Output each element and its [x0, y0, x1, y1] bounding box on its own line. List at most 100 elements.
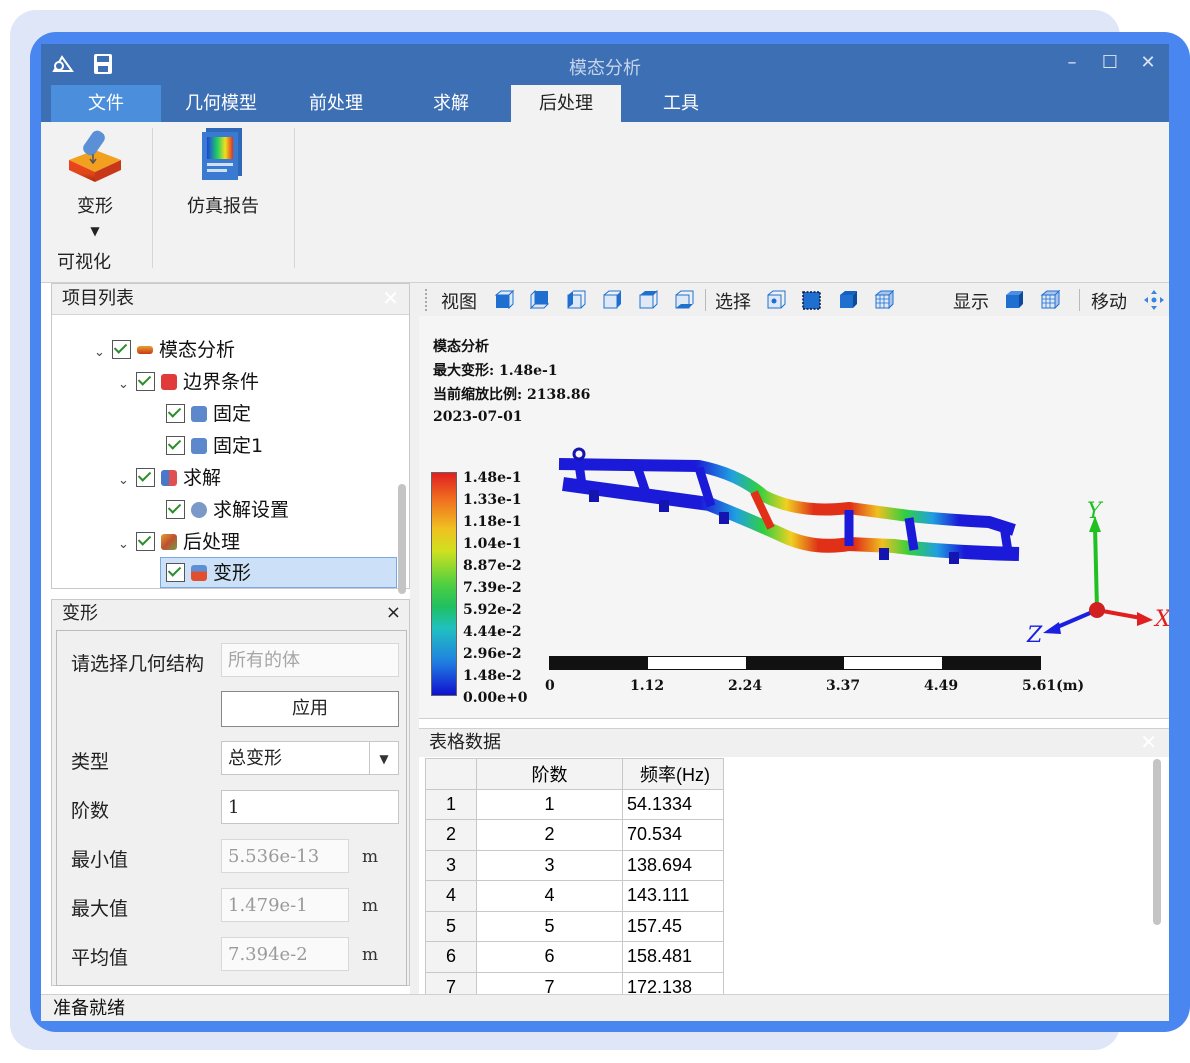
- checkbox[interactable]: [166, 404, 185, 423]
- tree-item-solve[interactable]: ⌄ 求解: [118, 464, 221, 492]
- geometry-field[interactable]: 所有的体: [221, 643, 399, 677]
- view-left-icon[interactable]: [565, 289, 587, 311]
- panel-splitter[interactable]: [410, 283, 419, 994]
- color-legend-bar: [431, 472, 457, 696]
- 3d-viewport[interactable]: 模态分析 最大变形: 1.48e-1 当前缩放比例: 2138.86 2023-…: [419, 316, 1169, 719]
- table-header-cell[interactable]: 阶数: [476, 758, 623, 790]
- tree-label: 求解设置: [213, 499, 290, 521]
- select-edge-icon[interactable]: [801, 289, 823, 311]
- chevron-down-icon[interactable]: ▼: [369, 742, 398, 774]
- tree-label: 后处理: [183, 531, 241, 553]
- viewport-scale: 当前缩放比例: 2138.86: [433, 387, 591, 403]
- type-label: 类型: [71, 751, 110, 773]
- chevron-down-icon[interactable]: ▼: [55, 224, 135, 238]
- table-panel-title: 表格数据: [429, 732, 501, 753]
- toolbar-separator: [1079, 289, 1080, 311]
- deformed-frame-model: [558, 447, 1020, 564]
- ribbon-separator: [294, 128, 295, 268]
- view-front-icon[interactable]: [493, 289, 515, 311]
- scale-label: 4.49: [924, 678, 959, 694]
- scale-label: 1.12: [630, 678, 665, 694]
- order-field[interactable]: 1: [221, 790, 399, 824]
- table-row[interactable]: 4 4 143.111: [425, 880, 724, 912]
- checkbox[interactable]: [112, 340, 131, 359]
- display-label: 显示: [953, 292, 989, 313]
- view-back-icon[interactable]: [529, 289, 551, 311]
- tree-item-fixed[interactable]: 固定: [166, 400, 251, 428]
- move-icon[interactable]: [1143, 289, 1165, 311]
- tree-item-solve-settings[interactable]: 求解设置: [166, 496, 289, 524]
- deform-ribbon-button[interactable]: 变形 ▼: [55, 126, 135, 238]
- table-row[interactable]: 1 1 54.1334: [425, 788, 724, 820]
- view-top-icon[interactable]: [637, 289, 659, 311]
- select-point-icon[interactable]: [765, 289, 787, 311]
- close-icon[interactable]: ✕: [1135, 52, 1161, 73]
- checkbox[interactable]: [166, 563, 185, 582]
- tree-item-modal-analysis[interactable]: ⌄ 模态分析: [94, 336, 235, 364]
- select-face-icon[interactable]: [837, 289, 859, 311]
- table-row[interactable]: 5 5 157.45: [425, 910, 724, 942]
- tree-item-postprocess[interactable]: ⌄ 后处理: [118, 528, 240, 556]
- tree-label: 固定1: [213, 435, 264, 457]
- table-row[interactable]: 3 3 138.694: [425, 849, 724, 881]
- ribbon-group-label: 可视化: [57, 252, 111, 273]
- table-row[interactable]: 6 6 158.481: [425, 941, 724, 973]
- display-solid-icon[interactable]: [1003, 289, 1025, 311]
- tab-file[interactable]: 文件: [51, 85, 161, 122]
- legend-label: 4.44e-2: [463, 624, 522, 640]
- viewport-date: 2023-07-01: [433, 409, 523, 425]
- tree-label: 求解: [183, 467, 222, 489]
- order-cell: 5: [476, 910, 623, 942]
- tree-scrollbar[interactable]: [398, 484, 406, 594]
- chevron-down-icon[interactable]: ⌄: [118, 531, 136, 559]
- checkbox[interactable]: [136, 532, 155, 551]
- tree-item-fixed-1[interactable]: 固定1: [166, 432, 263, 460]
- chevron-down-icon[interactable]: ⌄: [94, 339, 112, 367]
- unit-label: m: [362, 847, 379, 867]
- display-mesh-icon[interactable]: [1039, 289, 1061, 311]
- minimize-icon[interactable]: –: [1059, 52, 1085, 73]
- report-ribbon-button[interactable]: 仿真报告: [171, 126, 275, 218]
- max-label: 最大值: [71, 898, 129, 920]
- geometry-label: 请选择几何结构: [71, 653, 205, 675]
- view-right-icon[interactable]: [601, 289, 623, 311]
- checkbox[interactable]: [136, 468, 155, 487]
- legend-label: 1.04e-1: [463, 536, 522, 552]
- frequency-cell: 54.1334: [622, 788, 724, 820]
- tree-item-deform[interactable]: 变形: [166, 559, 251, 587]
- tab-postprocess[interactable]: 后处理: [511, 85, 621, 122]
- table-header-cell[interactable]: 频率(Hz): [622, 758, 724, 790]
- tab-geometry[interactable]: 几何模型: [166, 85, 276, 122]
- report-icon: [171, 126, 275, 184]
- chevron-down-icon[interactable]: ⌄: [118, 371, 136, 399]
- close-icon[interactable]: ✕: [1140, 730, 1157, 754]
- close-icon[interactable]: ✕: [382, 286, 399, 310]
- app-window: 模态分析 – ☐ ✕ 文件 几何模型 前处理 求解 后处理 工具 变形 ▼ 可视…: [41, 44, 1169, 1021]
- close-icon[interactable]: ×: [386, 602, 401, 623]
- chevron-down-icon[interactable]: ⌄: [118, 467, 136, 495]
- deform-panel: 变形 × 请选择几何结构 所有的体 应用 类型 总变形 ▼ 阶数 1 最小值 5…: [51, 599, 410, 986]
- viewport-title: 模态分析: [433, 339, 489, 355]
- table-row[interactable]: 2 2 70.534: [425, 819, 724, 851]
- table-panel-header: 表格数据 ✕: [419, 729, 1169, 757]
- tab-tools[interactable]: 工具: [626, 85, 736, 122]
- checkbox[interactable]: [136, 372, 155, 391]
- type-select[interactable]: 总变形 ▼: [221, 741, 399, 775]
- tab-preprocess[interactable]: 前处理: [281, 85, 391, 122]
- axes-triad: Y X Z: [1026, 499, 1169, 646]
- checkbox[interactable]: [166, 436, 185, 455]
- tree-item-boundary[interactable]: ⌄ 边界条件: [118, 368, 259, 396]
- row-index-cell: 2: [425, 819, 477, 851]
- view-bottom-icon[interactable]: [673, 289, 695, 311]
- checkbox[interactable]: [166, 500, 185, 519]
- apply-button[interactable]: 应用: [221, 691, 399, 727]
- row-index-cell: 4: [425, 880, 477, 912]
- tab-solve[interactable]: 求解: [396, 85, 506, 122]
- select-body-icon[interactable]: [873, 289, 895, 311]
- max-field: 1.479e-1: [221, 888, 349, 922]
- project-panel-title: 项目列表: [62, 288, 134, 309]
- maximize-icon[interactable]: ☐: [1097, 52, 1123, 73]
- table-scrollbar[interactable]: [1153, 759, 1161, 925]
- scale-label: 2.24: [728, 678, 763, 694]
- status-bar: 准备就绪: [41, 994, 1169, 1021]
